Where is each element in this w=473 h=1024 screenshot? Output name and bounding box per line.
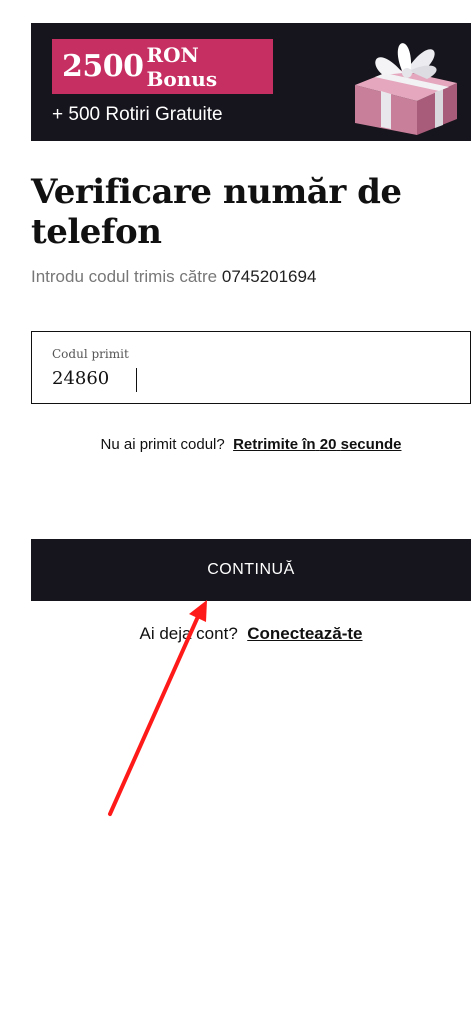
bonus-badge: 2500 RON Bonus	[52, 39, 273, 94]
text-caret	[136, 368, 137, 392]
login-prompt: Ai deja cont?	[139, 624, 238, 643]
bonus-amount: 2500	[62, 49, 144, 84]
instructions-text: Introdu codul trimis către 0745201694	[31, 267, 316, 287]
code-field[interactable]: Codul primit	[31, 331, 471, 404]
annotation-arrow	[108, 600, 207, 816]
page-title: Verificare număr de telefon	[31, 172, 402, 252]
resend-row: Nu ai primit codul? Retrimite în 20 secu…	[0, 436, 473, 453]
code-input[interactable]	[52, 368, 442, 389]
resend-link[interactable]: Retrimite în 20 secunde	[233, 436, 401, 453]
continue-button[interactable]: CONTINUĂ	[31, 539, 471, 601]
instructions-prefix: Introdu codul trimis către	[31, 267, 218, 286]
resend-prompt: Nu ai primit codul?	[100, 436, 225, 453]
code-field-label: Codul primit	[52, 347, 129, 361]
bonus-free-spins: + 500 Rotiri Gratuite	[52, 104, 223, 125]
bonus-unit: RON Bonus	[146, 42, 218, 91]
phone-number: 0745201694	[221, 267, 317, 286]
gift-box-icon	[355, 43, 457, 135]
login-link[interactable]: Conectează-te	[247, 624, 362, 643]
resend-countdown: 20	[319, 436, 337, 453]
promo-banner[interactable]: 2500 RON Bonus + 500 Rotiri Gratuite	[31, 23, 471, 141]
login-row: Ai deja cont? Conectează-te	[0, 624, 473, 644]
